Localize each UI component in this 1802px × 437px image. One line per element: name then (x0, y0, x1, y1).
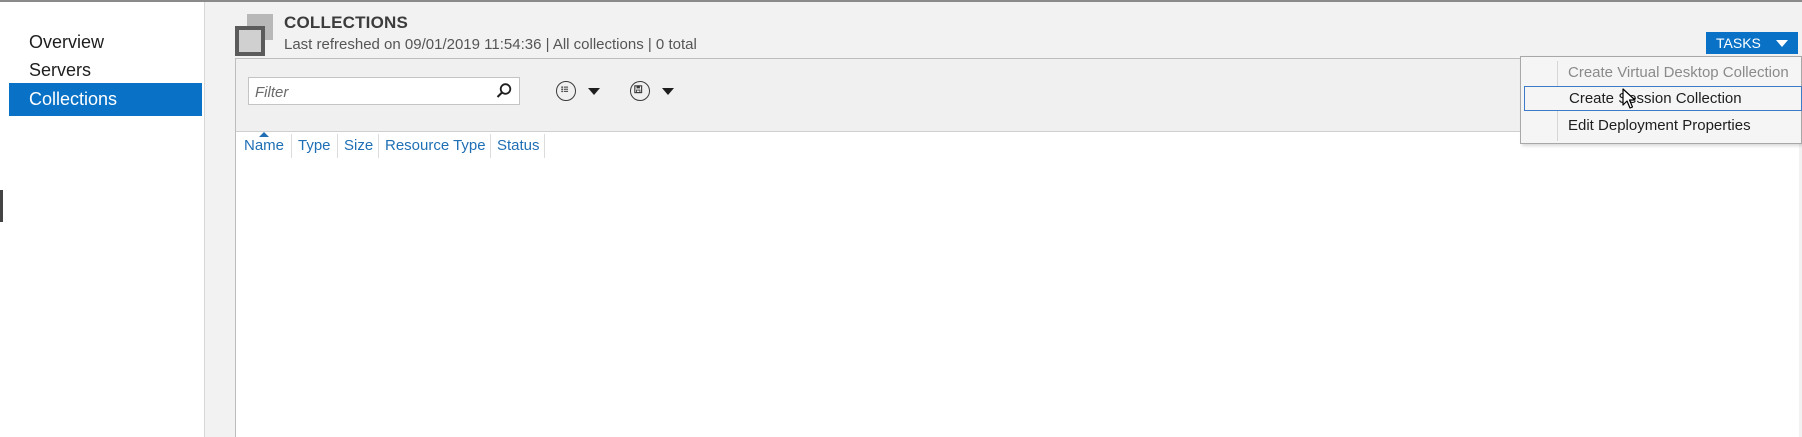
chevron-down-icon (1776, 40, 1788, 47)
window-edge-handle (0, 190, 3, 222)
chevron-down-icon (662, 88, 674, 95)
menu-item-edit-deployment-properties[interactable]: Edit Deployment Properties (1524, 113, 1802, 138)
left-nav: Overview Servers Collections (0, 2, 205, 437)
chevron-down-icon (588, 88, 600, 95)
collections-icon (233, 14, 275, 56)
filter-box (248, 77, 520, 105)
save-icon (630, 81, 650, 101)
search-icon[interactable] (495, 82, 513, 100)
nav-item-collections[interactable]: Collections (9, 83, 202, 116)
column-header-size[interactable]: Size (337, 134, 379, 158)
list-view-icon (556, 81, 576, 101)
tasks-button[interactable]: TASKS (1706, 32, 1798, 54)
column-header-status[interactable]: Status (490, 134, 545, 158)
server-manager-window: Overview Servers Collections COLLECTIONS… (0, 0, 1802, 437)
mouse-cursor-icon (1622, 88, 1636, 109)
page-title: COLLECTIONS (284, 13, 409, 32)
tasks-menu: Create Virtual Desktop Collection Create… (1520, 56, 1802, 144)
column-header-resource-type[interactable]: Resource Type (378, 134, 491, 158)
filter-input[interactable] (253, 80, 487, 104)
list-view-button[interactable] (556, 80, 604, 104)
menu-item-create-virtual-desktop-collection[interactable]: Create Virtual Desktop Collection (1524, 60, 1802, 85)
menu-item-create-session-collection[interactable]: Create Session Collection (1524, 86, 1802, 111)
page-subtitle: Last refreshed on 09/01/2019 11:54:36 | … (284, 36, 697, 53)
save-query-button[interactable] (630, 80, 678, 104)
column-header-name[interactable]: Name (237, 134, 292, 158)
column-header-type[interactable]: Type (291, 134, 338, 158)
tasks-label: TASKS (1716, 35, 1761, 51)
